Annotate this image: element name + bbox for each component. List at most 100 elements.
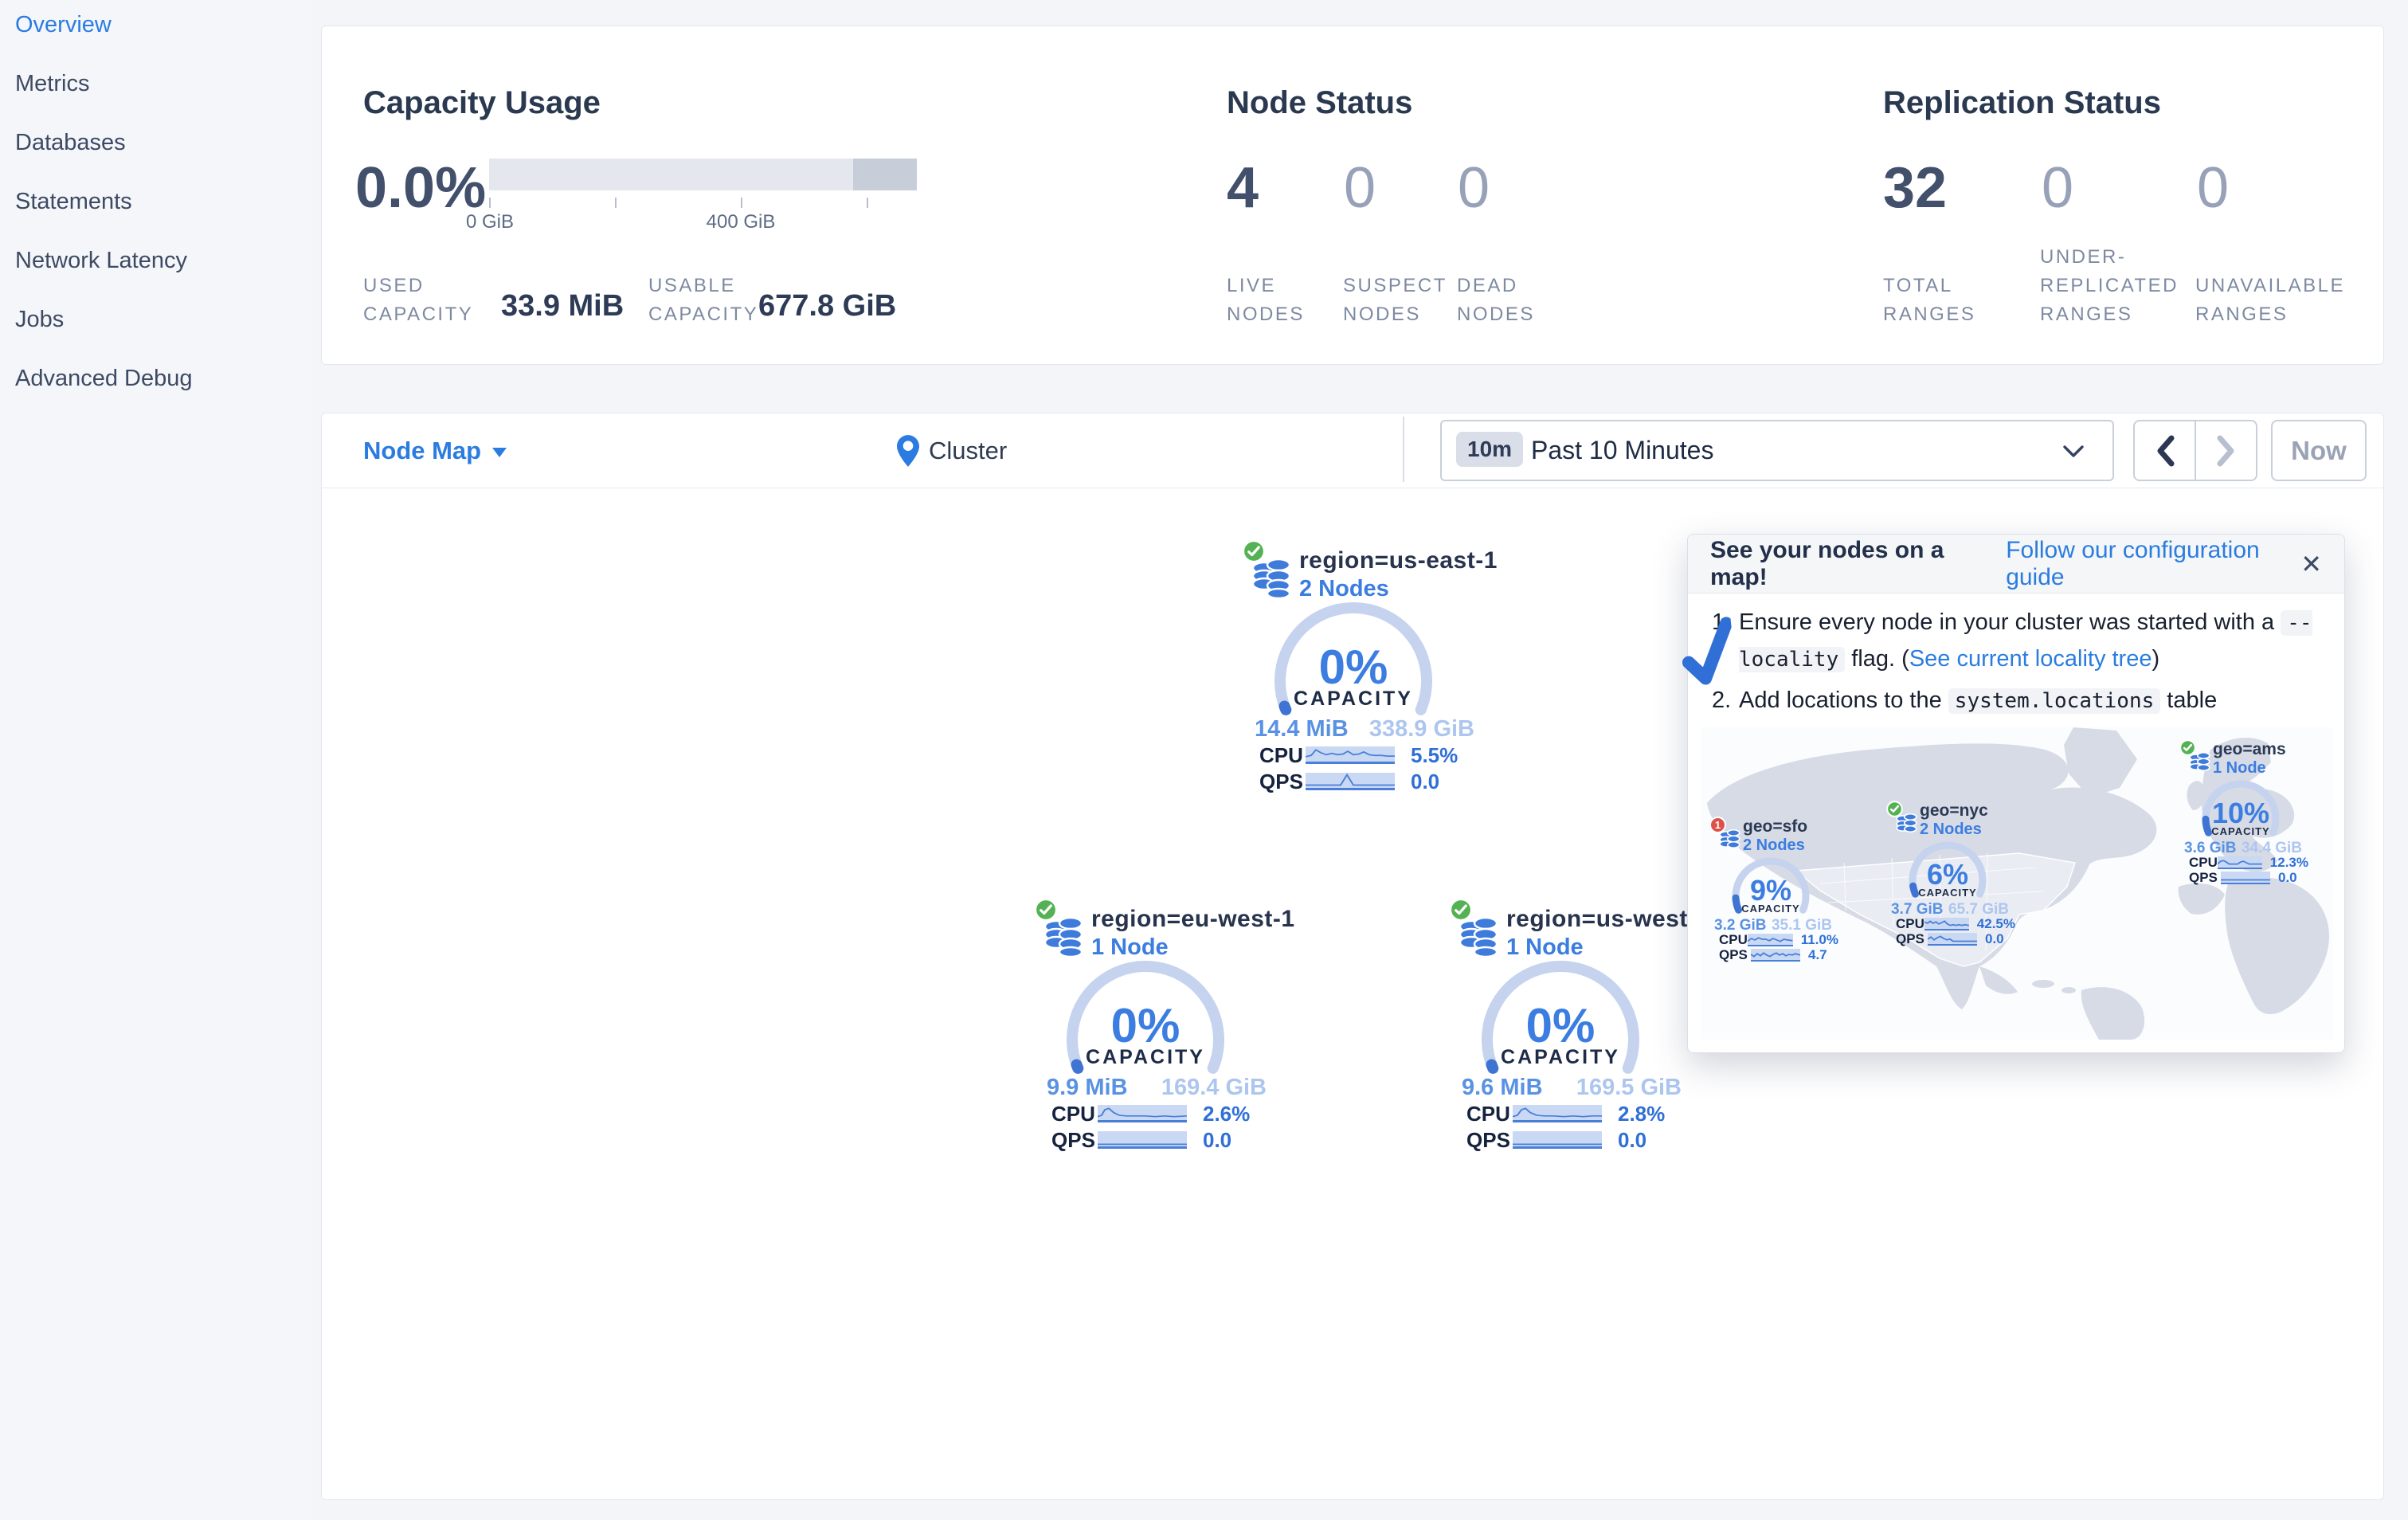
live-label-line2: NODES (1227, 304, 1305, 325)
sidebar: Overview Metrics Databases Statements Ne… (0, 0, 312, 1520)
sidebar-item-network-latency[interactable]: Network Latency (0, 242, 312, 279)
time-range-select[interactable]: 10m Past 10 Minutes (1440, 420, 2114, 481)
qps-row: QPS 4.7 (1719, 947, 1838, 962)
qps-sparkline (1928, 932, 1977, 946)
gauge-capacity-label: CAPACITY (1086, 1046, 1205, 1068)
sidebar-item-overview[interactable]: Overview (0, 6, 312, 43)
step2-text-a: Add locations to the (1739, 688, 1948, 713)
chevron-down-icon (2063, 445, 2084, 457)
tooltip-header: See your nodes on a map! Follow our conf… (1688, 535, 2344, 594)
sidebar-item-statements[interactable]: Statements (0, 183, 312, 220)
region-group-eu-west-1[interactable]: region=eu-west-1 1 Node 0% CAPACITY 9.9 … (1034, 898, 1294, 1162)
region-group-us-east-1[interactable]: region=us-east-1 2 Nodes 0% CAPACITY 14.… (1242, 539, 1497, 804)
total-value: 169.4 GiB (1161, 1075, 1267, 1100)
used-value: 14.4 MiB (1255, 716, 1349, 742)
suspect-label-line2: NODES (1343, 304, 1421, 325)
qps-sparkline (1098, 1131, 1187, 1149)
dead-label-line1: DEAD (1457, 275, 1518, 296)
sidebar-item-databases[interactable]: Databases (0, 124, 312, 161)
qps-value: 0.0 (1985, 930, 2004, 946)
region-title: region=us-west-1 (1506, 906, 1710, 932)
region-group-us-west-1[interactable]: region=us-west-1 1 Node 0% CAPACITY 9.6 … (1449, 898, 1709, 1162)
total-ranges-line2: RANGES (1883, 304, 1976, 325)
view-selector-dropdown[interactable]: Node Map (363, 413, 507, 488)
qps-row: QPS 0.0 (1896, 930, 2015, 946)
region-title: region=eu-west-1 (1091, 906, 1295, 932)
step1-text-a: Ensure every node in your cluster was st… (1739, 609, 2281, 635)
sidebar-item-metrics[interactable]: Metrics (0, 65, 312, 102)
qps-label: QPS (1896, 930, 1924, 946)
axis-tick (741, 198, 742, 208)
mini-region-title: geo=nyc (1920, 801, 1988, 820)
cpu-value: 2.6% (1203, 1101, 1251, 1126)
tooltip-title: See your nodes on a map! (1710, 536, 1944, 590)
node-map-setup-tooltip: See your nodes on a map! Follow our conf… (1682, 534, 2345, 1053)
cpu-value: 5.5% (1411, 742, 1459, 767)
used-value: 9.9 MiB (1047, 1075, 1128, 1100)
used-value: 9.6 MiB (1462, 1075, 1543, 1100)
qps-row: QPS 0.0 (2189, 870, 2308, 885)
breadcrumb[interactable]: Cluster (897, 413, 1007, 488)
sidebar-item-jobs[interactable]: Jobs (0, 301, 312, 338)
close-icon[interactable]: ✕ (2300, 549, 2322, 579)
total-ranges-count: 32 (1883, 156, 1948, 220)
cpu-label: CPU (1466, 1101, 1510, 1126)
suspect-nodes-label: SUSPECT NODES (1343, 272, 1447, 329)
healthy-check-icon (1886, 801, 1903, 817)
healthy-check-icon (1034, 898, 1058, 922)
qps-label: QPS (1466, 1127, 1510, 1152)
capacity-values: 9.9 MiB 169.4 GiB (1047, 1075, 1267, 1101)
usable-capacity-label: USABLE CAPACITY (648, 272, 758, 329)
sidebar-item-advanced-debug[interactable]: Advanced Debug (0, 360, 312, 397)
gauge-percent: 0% (1110, 999, 1181, 1052)
mini-region-geo-sfo: 1 geo=sfo 2 Nodes 9% CAPACITY 3.2 GiB 35… (1709, 817, 1838, 962)
gauge-percent: 0% (1318, 641, 1388, 694)
cpu-row: CPU 11.0% (1719, 931, 1838, 947)
unavailable-ranges-label: UNAVAILABLE RANGES (2195, 272, 2345, 329)
unavailable-line1: UNAVAILABLE (2195, 275, 2346, 296)
capacity-values: 9.6 MiB 169.5 GiB (1462, 1075, 1682, 1101)
total-ranges-line1: TOTAL (1883, 275, 1953, 296)
capacity-bar-segment (853, 159, 917, 190)
cpu-value: 11.0% (1800, 931, 1838, 947)
cpu-sparkline (1748, 933, 1793, 946)
used-capacity-label: USED CAPACITY (363, 272, 473, 329)
total-value: 338.9 GiB (1368, 716, 1474, 742)
dead-nodes-count: 0 (1458, 156, 1490, 220)
cpu-row: CPU 2.6% (1051, 1101, 1279, 1126)
under-replicated-line2: RANGES (2040, 304, 2133, 325)
capacity-values: 14.4 MiB 338.9 GiB (1255, 716, 1474, 742)
now-button[interactable]: Now (2271, 420, 2367, 481)
capacity-usage-title: Capacity Usage (363, 85, 601, 120)
gauge-capacity-label: CAPACITY (1918, 887, 1977, 899)
cpu-row: CPU 12.3% (2189, 854, 2308, 870)
cpu-row: CPU 5.5% (1259, 742, 1487, 767)
under-replicated-line0: UNDER- (2040, 246, 2127, 268)
qps-label: QPS (1051, 1127, 1095, 1152)
map-pin-icon (897, 435, 919, 467)
cpu-label: CPU (2189, 854, 2218, 870)
next-time-button[interactable] (2196, 421, 2256, 480)
mini-region-geo-nyc: geo=nyc 2 Nodes 6% CAPACITY 3.7 GiB 65.7… (1886, 801, 2015, 946)
breadcrumb-label: Cluster (929, 437, 1008, 464)
view-selector-label: Node Map (363, 437, 482, 464)
capacity-bar (489, 159, 917, 190)
prev-time-button[interactable] (2135, 421, 2196, 480)
time-step-buttons (2133, 420, 2257, 481)
cpu-label: CPU (1719, 931, 1748, 947)
configuration-guide-link[interactable]: Follow our configuration guide (2006, 537, 2300, 591)
axis-tick (489, 198, 491, 208)
total-value: 169.5 GiB (1576, 1075, 1682, 1100)
axis-tick (615, 198, 617, 208)
qps-value: 0.0 (1618, 1127, 1647, 1152)
under-replicated-line1: REPLICATED (2040, 275, 2179, 296)
usable-capacity-value: 677.8 GiB (758, 289, 897, 323)
usable-capacity-label-line1: USABLE (648, 275, 736, 296)
step1-text-c: ) (2152, 646, 2160, 672)
time-range-label: Past 10 Minutes (1531, 436, 1714, 464)
cpu-value: 42.5% (1976, 915, 2015, 931)
live-label-line1: LIVE (1227, 275, 1277, 296)
locality-tree-link[interactable]: See current locality tree (1909, 646, 2152, 672)
suspect-nodes-count: 0 (1344, 156, 1376, 220)
cpu-value: 2.8% (1618, 1101, 1666, 1126)
